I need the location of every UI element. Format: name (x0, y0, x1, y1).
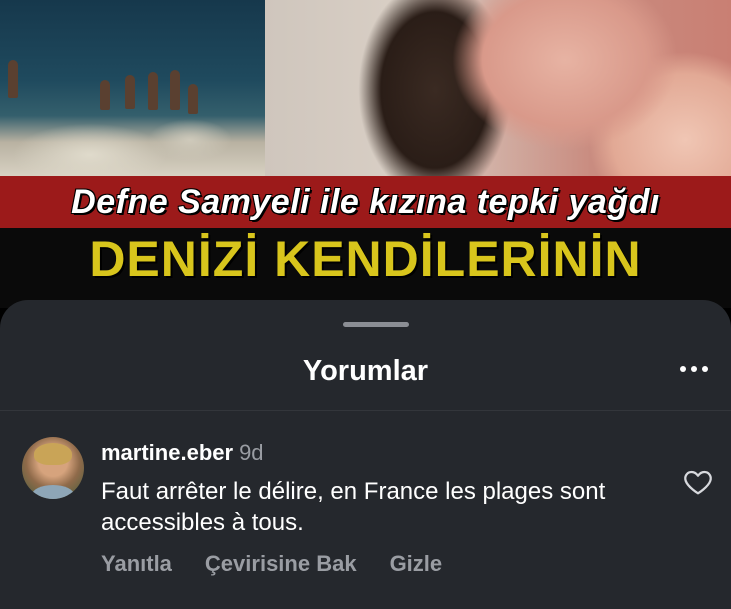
heart-outline-icon[interactable] (681, 466, 715, 498)
divider (0, 410, 731, 411)
portrait-photo (265, 0, 731, 178)
see-translation-button[interactable]: Çevirisine Bak (205, 551, 357, 577)
comments-sheet: Yorumlar martine.eber 9d Faut arrêter le … (0, 300, 731, 609)
drag-handle[interactable] (343, 322, 409, 327)
more-horizontal-icon[interactable] (680, 364, 716, 374)
headline-red: Defne Samyeli ile kızına tepki yağdı (0, 176, 731, 228)
beach-photo (0, 0, 265, 178)
video-background[interactable]: Defne Samyeli ile kızına tepki yağdı DEN… (0, 0, 731, 330)
comment-text: Faut arrêter le délire, en France les pl… (101, 478, 606, 536)
comment-time: 9d (239, 440, 264, 465)
username[interactable]: martine.eber (101, 440, 233, 465)
comment-actions: Yanıtla Çevirisine Bak Gizle (101, 551, 442, 577)
reply-button[interactable]: Yanıtla (101, 551, 172, 577)
hide-button[interactable]: Gizle (390, 551, 443, 577)
comment-author[interactable]: martine.eber 9d (101, 440, 264, 466)
headline-yellow: DENİZİ KENDİLERİNİN (0, 228, 731, 308)
avatar[interactable] (22, 437, 84, 499)
sheet-title: Yorumlar (302, 355, 429, 387)
